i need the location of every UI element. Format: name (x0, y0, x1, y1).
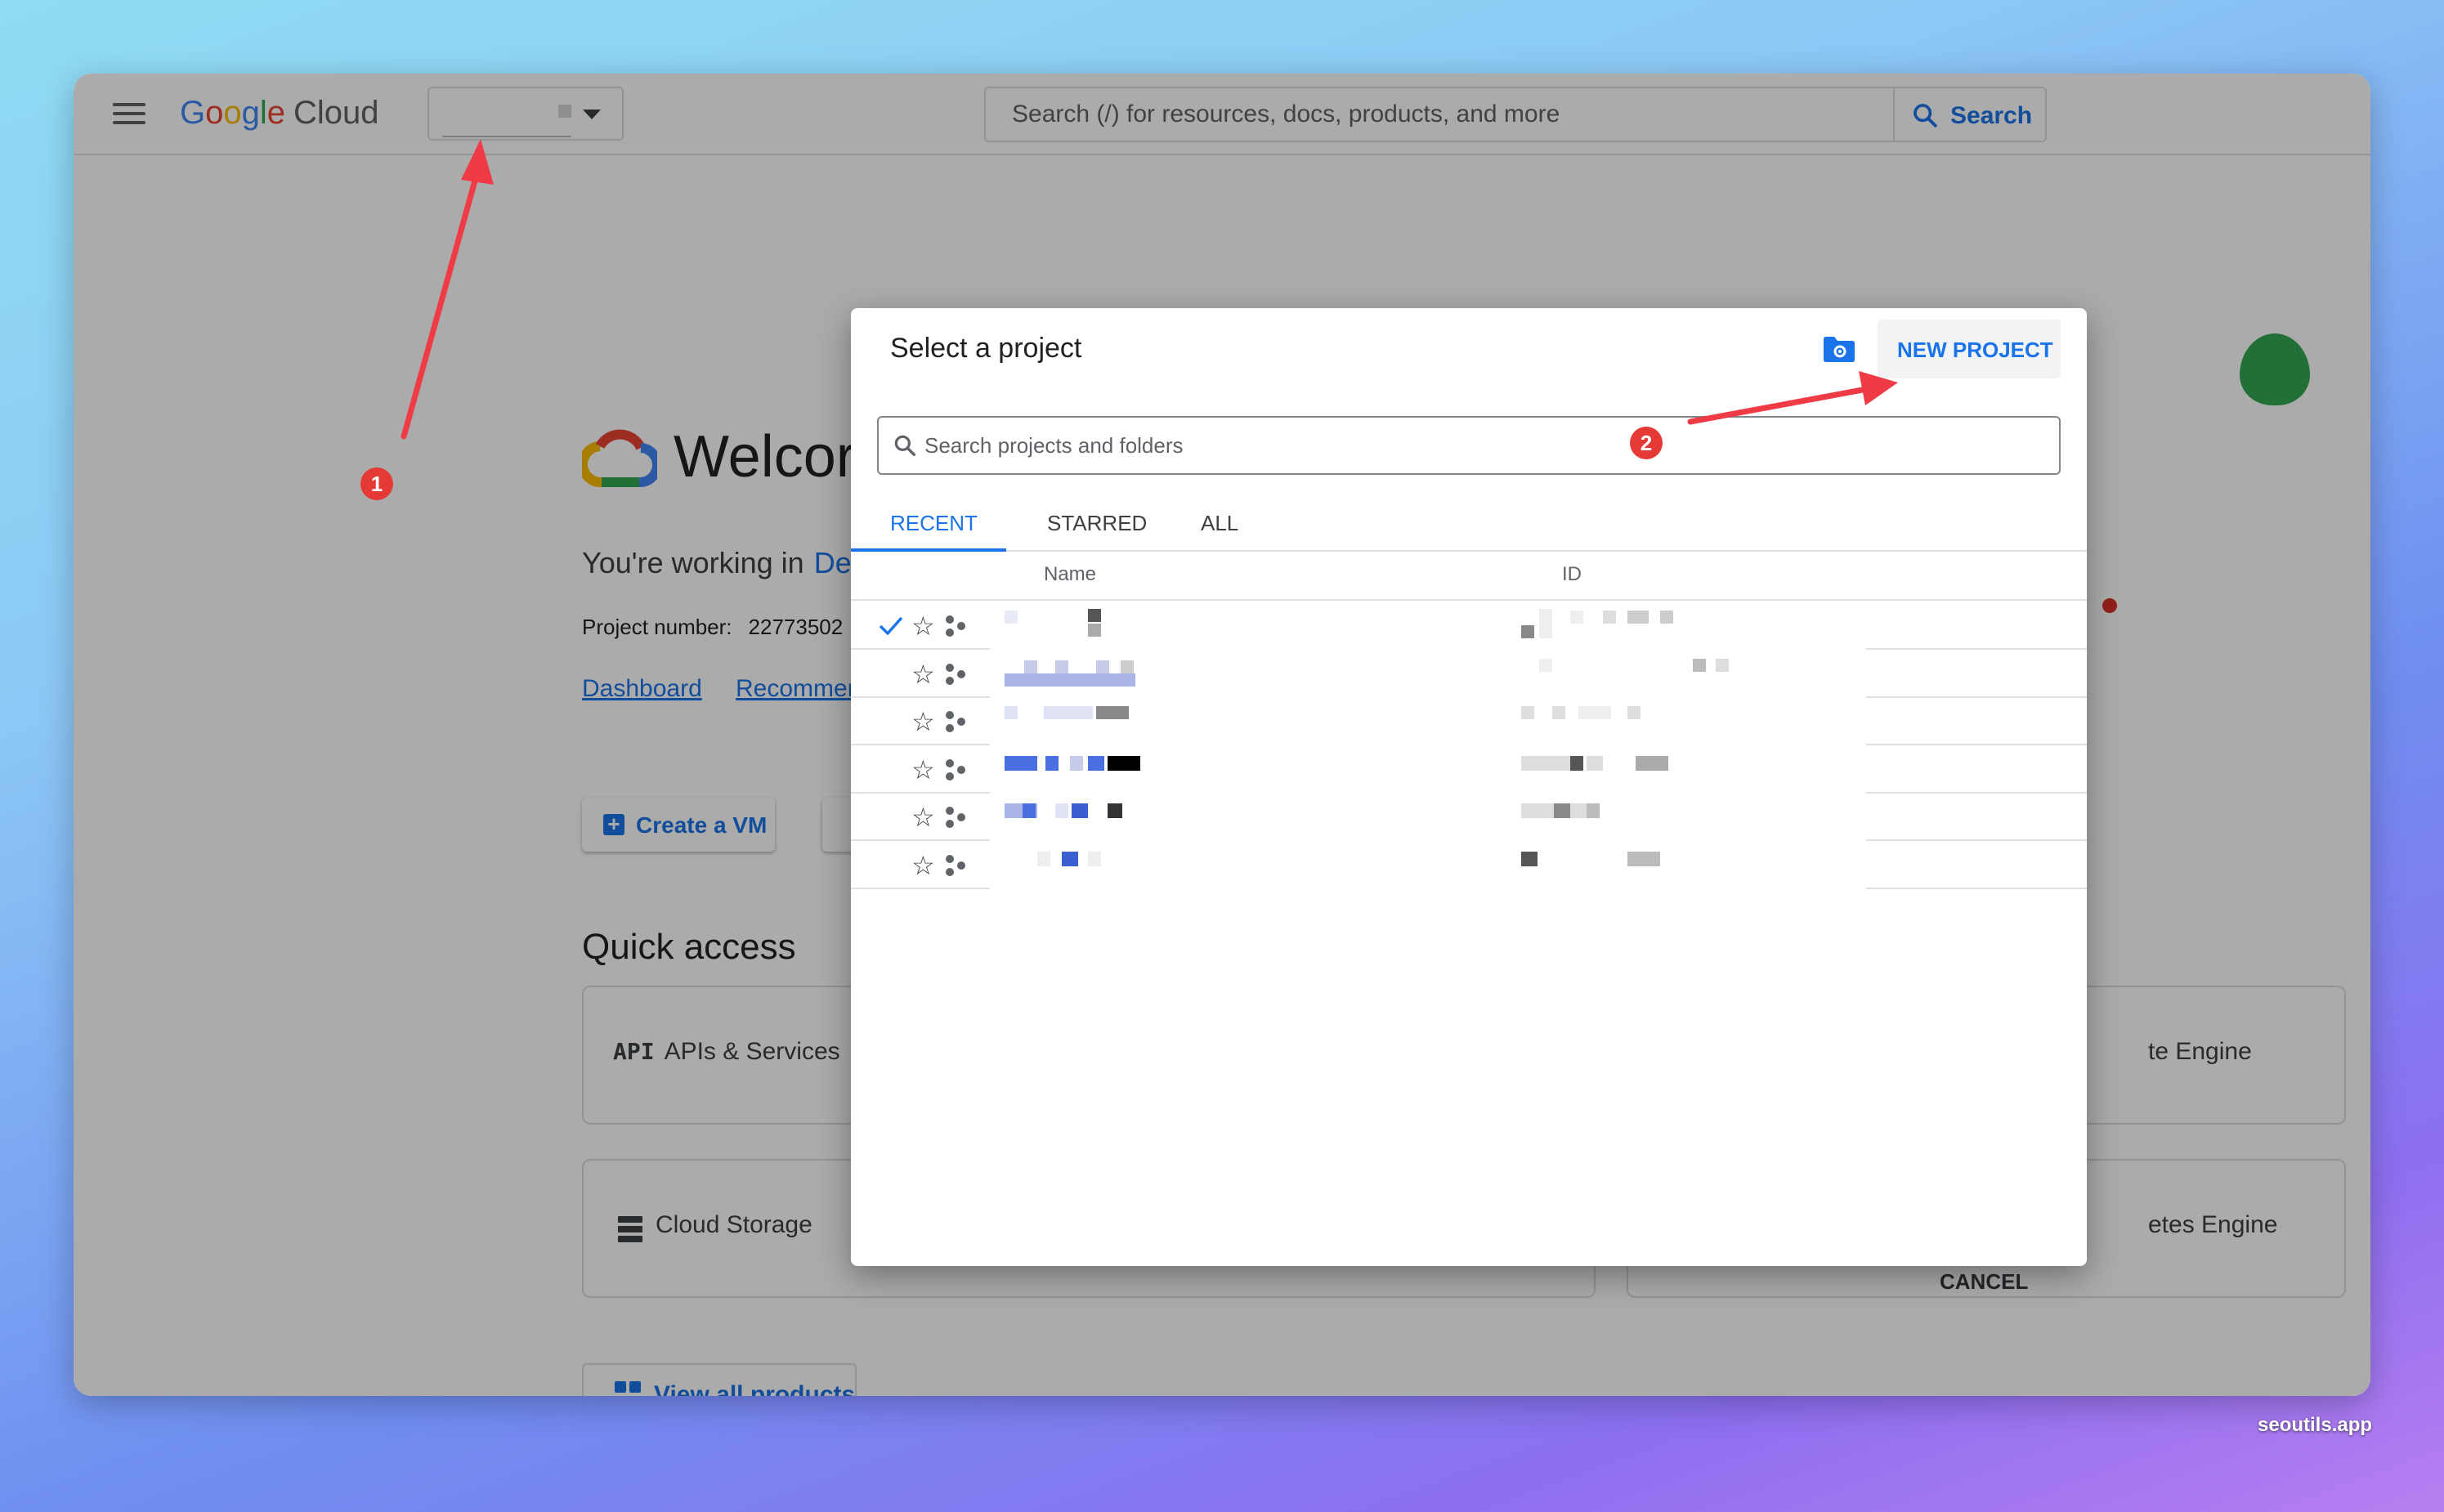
project-row[interactable]: ☆ (851, 794, 2087, 842)
redacted-pixel (1055, 660, 1068, 673)
redacted-pixel (1716, 658, 1729, 672)
project-type-icon (946, 615, 969, 638)
project-type-icon (946, 807, 969, 830)
redacted-pixel (1045, 755, 1059, 771)
redacted-pixel (1636, 755, 1668, 771)
redacted-pixel (1088, 609, 1101, 622)
redacted-pixel (1108, 803, 1122, 819)
redacted-pixel (1055, 803, 1068, 819)
manage-folder-icon[interactable] (1822, 334, 1856, 364)
row-divider (851, 888, 990, 889)
star-icon[interactable]: ☆ (911, 611, 935, 642)
redacted-pixel (1121, 660, 1134, 673)
project-type-icon (946, 855, 969, 878)
project-type-icon (946, 663, 969, 687)
star-icon[interactable]: ☆ (911, 754, 935, 785)
tab-active-indicator (851, 548, 1006, 552)
project-search-input[interactable] (924, 418, 2036, 473)
redacted-pixel (1521, 755, 1570, 771)
redacted-pixel (1521, 625, 1534, 638)
watermark: seoutils.app (2258, 1414, 2373, 1436)
star-icon[interactable]: ☆ (911, 706, 935, 737)
redacted-pixel (1070, 755, 1083, 771)
annotation-badge-2: 2 (1630, 427, 1663, 459)
column-header-name: Name (1044, 563, 1097, 585)
tab-recent-label: RECENT (890, 511, 978, 535)
project-search (877, 416, 2061, 475)
project-row[interactable]: ☆ (851, 651, 2087, 698)
cancel-button[interactable]: CANCEL (1940, 1269, 2028, 1295)
redacted-pixel (1037, 852, 1050, 866)
row-divider (1866, 888, 2087, 889)
star-icon[interactable]: ☆ (911, 802, 935, 833)
project-type-icon (946, 758, 969, 782)
redacted-pixel (1570, 611, 1583, 624)
project-row[interactable]: ☆ (851, 602, 2087, 650)
redacted-pixel (1072, 803, 1088, 819)
redacted-pixel (1627, 852, 1660, 866)
table-header-divider (851, 599, 2087, 601)
redacted-pixel (1096, 660, 1109, 673)
redacted-pixel (1587, 803, 1600, 819)
new-project-label: NEW PROJECT (1897, 338, 2053, 362)
redacted-pixel (1693, 658, 1706, 672)
redacted-pixel (1660, 611, 1673, 624)
redacted-pixel (1521, 706, 1534, 720)
redacted-pixel (1552, 706, 1565, 720)
tab-recent[interactable]: RECENT (851, 498, 1006, 552)
star-icon[interactable]: ☆ (911, 659, 935, 690)
redacted-pixel (1603, 611, 1616, 624)
redacted-pixel (1627, 706, 1641, 720)
redacted-pixel (1539, 609, 1552, 638)
redacted-pixel (1005, 673, 1135, 687)
redacted-pixel (1521, 852, 1538, 866)
project-row[interactable]: ☆ (851, 698, 2087, 746)
redacted-pixel (1627, 611, 1649, 624)
redacted-pixel (1088, 624, 1101, 637)
redacted-pixel (1005, 611, 1018, 624)
annotation-badge-1: 1 (360, 467, 393, 500)
tab-all-label: ALL (1201, 511, 1239, 535)
redacted-pixel (1088, 852, 1101, 866)
redacted-pixel (1088, 755, 1104, 771)
redacted-pixel (1587, 755, 1603, 771)
redacted-pixel (1005, 755, 1037, 771)
check-icon (880, 617, 902, 635)
redacted-pixel (1044, 706, 1093, 720)
redacted-pixel (1023, 803, 1036, 819)
project-row[interactable]: ☆ (851, 842, 2087, 889)
redacted-pixel (1570, 755, 1583, 771)
redacted-pixel (1539, 658, 1552, 672)
search-icon (894, 435, 916, 457)
redacted-pixel (1108, 755, 1140, 771)
redacted-pixel (1096, 706, 1129, 720)
browser-window: GoogleCloud Search Welcor You're working… (74, 74, 2370, 1396)
star-icon[interactable]: ☆ (911, 850, 935, 881)
redacted-pixel (1554, 803, 1570, 819)
tab-starred-label: STARRED (1047, 511, 1148, 535)
redacted-pixel (1062, 852, 1078, 866)
project-tabs: RECENT STARRED ALL (851, 498, 2087, 552)
new-project-button[interactable]: NEW PROJECT (1878, 320, 2061, 378)
project-type-icon (946, 711, 969, 734)
redacted-pixel (1578, 706, 1611, 720)
tab-starred[interactable]: STARRED (1006, 498, 1165, 550)
select-project-dialog: Select a project NEW PROJECT RECENT STAR… (851, 308, 2087, 1294)
redacted-pixel (1005, 706, 1018, 720)
dialog-title: Select a project (890, 333, 1082, 364)
tab-all[interactable]: ALL (1165, 498, 1279, 550)
redacted-pixel (1024, 660, 1037, 673)
project-row[interactable]: ☆ (851, 746, 2087, 794)
column-header-id: ID (1562, 563, 1582, 585)
